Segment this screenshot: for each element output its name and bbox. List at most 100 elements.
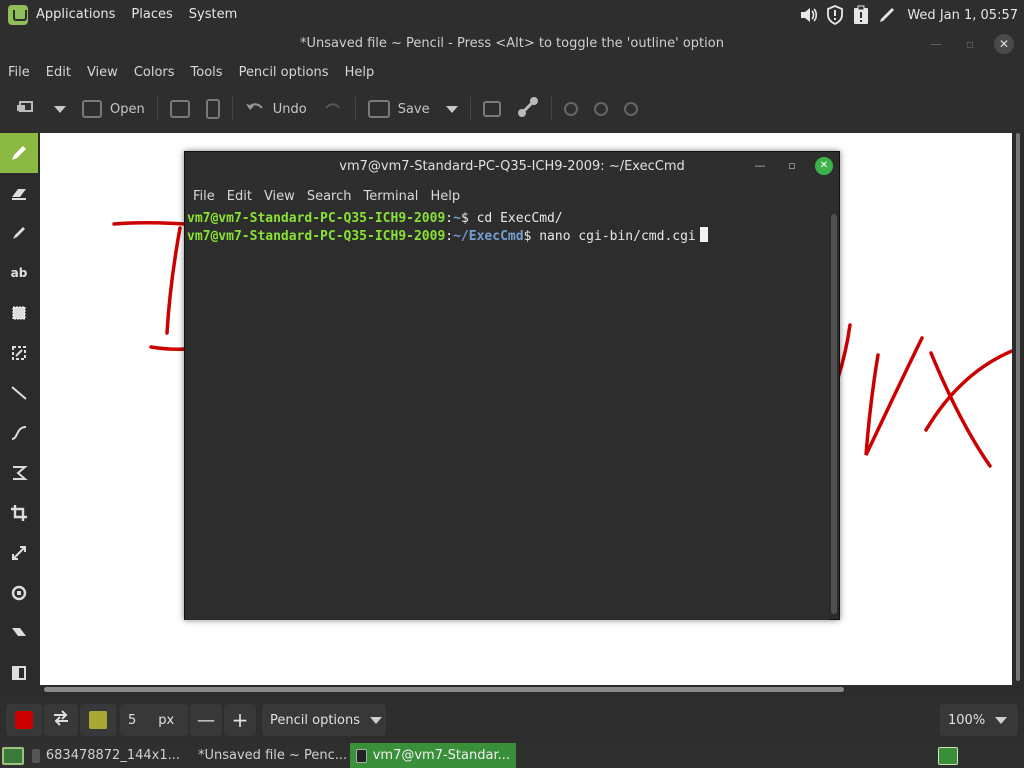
zoom-out-icon (563, 102, 578, 116)
menu-view[interactable]: View (79, 65, 126, 80)
zoom-reset-button[interactable] (586, 94, 616, 124)
zoom-original-icon (593, 102, 608, 116)
new-image-icon (16, 99, 38, 119)
zoom-in-button[interactable] (616, 94, 646, 124)
menu-file[interactable]: File (0, 65, 38, 80)
zoom-out-button[interactable] (556, 94, 586, 124)
places-menu[interactable]: Places (123, 0, 180, 30)
minimize-icon[interactable]: — (926, 34, 946, 54)
taskbar-item[interactable]: 683478872_144x1... (26, 743, 186, 768)
mint-logo-icon[interactable] (8, 5, 28, 25)
terminal-menu-terminal[interactable]: Terminal (357, 189, 424, 204)
vertical-scroll-thumb[interactable] (1016, 133, 1020, 681)
maximize-icon[interactable]: ▫ (783, 157, 801, 175)
print-button[interactable] (475, 94, 509, 124)
tool-curve[interactable] (0, 413, 38, 453)
terminal-menu-search[interactable]: Search (301, 189, 358, 204)
workspace-switcher[interactable] (932, 743, 964, 768)
tool-text[interactable]: ab (0, 253, 38, 293)
undo-label: Undo (272, 101, 307, 117)
terminal-menu-file[interactable]: File (187, 189, 221, 204)
window-title-bar[interactable]: *Unsaved file ~ Pencil - Press <Alt> to … (0, 30, 1024, 58)
terminal-scrollbar[interactable] (831, 214, 837, 614)
canvas-horizontal-scrollbar[interactable] (40, 685, 1012, 695)
close-icon[interactable]: ✕ (994, 34, 1014, 54)
size-increase-button[interactable]: + (224, 704, 256, 736)
system-menu[interactable]: System (181, 0, 245, 30)
terminal-output[interactable]: vm7@vm7-Standard-PC-Q35-ICH9-2009:~$ cd … (185, 210, 829, 620)
export-button[interactable] (509, 94, 547, 124)
toolbar-separator (354, 97, 356, 121)
canvas-vertical-scrollbar[interactable] (1012, 133, 1024, 685)
save-label: Save (397, 101, 430, 117)
zoom-in-icon (623, 102, 638, 116)
toolbar-separator (469, 97, 471, 121)
workspace-icon (938, 746, 958, 765)
taskbar-item-label: 683478872_144x1... (45, 748, 180, 763)
system-tray: Wed Jan 1, 05:57 (799, 0, 1024, 30)
tool-skew[interactable] (0, 613, 38, 653)
toolbar-separator (156, 97, 158, 121)
terminal-window[interactable]: vm7@vm7-Standard-PC-Q35-ICH9-2009: ~/Exe… (184, 151, 840, 620)
undo-button[interactable]: Undo (237, 94, 315, 124)
minimize-icon[interactable]: — (751, 157, 769, 175)
volume-icon[interactable] (799, 5, 819, 25)
tool-rotate[interactable] (0, 573, 38, 613)
zoom-dropdown[interactable]: 100% (940, 704, 1018, 736)
menu-pencil-options[interactable]: Pencil options (231, 65, 337, 80)
terminal-menu-help[interactable]: Help (424, 189, 466, 204)
tool-rectangle-select[interactable] (0, 293, 38, 333)
close-icon[interactable]: ✕ (815, 157, 833, 175)
terminal-title-bar[interactable]: vm7@vm7-Standard-PC-Q35-ICH9-2009: ~/Exe… (185, 152, 839, 182)
new-dropdown[interactable] (46, 94, 74, 124)
horizontal-scroll-thumb[interactable] (44, 687, 844, 692)
tool-options-dropdown[interactable]: Pencil options (262, 704, 386, 736)
tool-eraser[interactable] (0, 173, 38, 213)
swap-colors-button[interactable] (44, 704, 78, 736)
tool-shape[interactable] (0, 453, 38, 493)
applications-menu[interactable]: Applications (28, 0, 123, 30)
chevron-down-icon (445, 105, 458, 113)
size-spinbutton[interactable]: 5 px (120, 704, 188, 736)
show-desktop-button[interactable] (0, 743, 26, 768)
taskbar-item-label: vm7@vm7-Standar... (372, 748, 510, 763)
tool-filters[interactable] (0, 653, 38, 693)
secondary-color-button[interactable] (80, 704, 116, 736)
tool-free-select[interactable] (0, 333, 38, 373)
window-title: *Unsaved file ~ Pencil - Press <Alt> to … (300, 36, 724, 51)
taskbar-item[interactable]: *Unsaved file ~ Penc... (186, 743, 350, 768)
tool-scale[interactable] (0, 533, 38, 573)
terminal-menubar: File Edit View Search Terminal Help (185, 182, 839, 210)
menu-help[interactable]: Help (337, 65, 383, 80)
plus-icon: + (231, 708, 249, 732)
clock[interactable]: Wed Jan 1, 05:57 (907, 8, 1018, 23)
taskbar-item[interactable]: vm7@vm7-Standar... (350, 743, 516, 768)
size-decrease-button[interactable]: — (190, 704, 222, 736)
toolbar-separator (231, 97, 233, 121)
taskbar-item-label: *Unsaved file ~ Penc... (198, 748, 348, 763)
shield-icon[interactable] (825, 5, 845, 25)
tool-crop[interactable] (0, 493, 38, 533)
tool-options-label: Pencil options (270, 712, 360, 728)
menu-edit[interactable]: Edit (38, 65, 79, 80)
primary-color-button[interactable] (6, 704, 42, 736)
open-button[interactable]: Open (74, 94, 153, 124)
pen-icon[interactable] (877, 5, 897, 25)
tool-line[interactable] (0, 373, 38, 413)
menu-colors[interactable]: Colors (126, 65, 183, 80)
clipboard-icon[interactable] (851, 5, 871, 25)
new-image-button[interactable] (8, 94, 46, 124)
tool-pencil[interactable] (0, 133, 38, 173)
terminal-menu-edit[interactable]: Edit (221, 189, 258, 204)
save-dropdown[interactable] (438, 94, 466, 124)
paste-button[interactable] (198, 94, 228, 124)
image-properties-button[interactable] (162, 94, 198, 124)
maximize-icon[interactable]: ▫ (960, 34, 980, 54)
size-value[interactable]: 5 (128, 713, 136, 728)
redo-button[interactable] (315, 94, 351, 124)
tool-highlighter[interactable] (0, 213, 38, 253)
terminal-menu-view[interactable]: View (258, 189, 301, 204)
save-button[interactable]: Save (360, 94, 438, 124)
menu-tools[interactable]: Tools (183, 65, 231, 80)
terminal-line: vm7@vm7-Standard-PC-Q35-ICH9-2009:~$ cd … (187, 211, 563, 226)
